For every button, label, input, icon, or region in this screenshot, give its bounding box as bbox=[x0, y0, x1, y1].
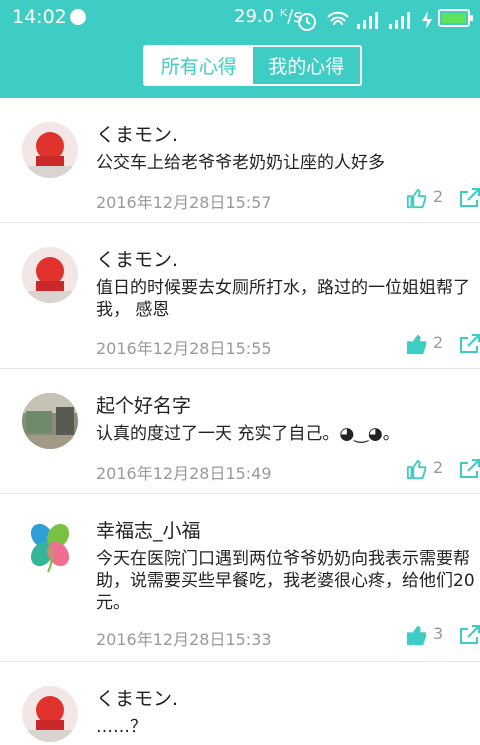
avatar[interactable] bbox=[22, 122, 78, 178]
share-icon[interactable] bbox=[458, 623, 480, 647]
tab-my-insights[interactable]: 我的心得 bbox=[253, 47, 361, 84]
status-time: 14:02 bbox=[12, 6, 67, 28]
signal-4g-icon bbox=[389, 12, 410, 29]
avatar[interactable] bbox=[22, 686, 78, 742]
like-icon[interactable] bbox=[406, 458, 428, 480]
post-list: くまモン. 公交车上给老爷爷老奶奶让座的人好多 2016年12月28日15:57… bbox=[0, 98, 480, 745]
tab-switcher: 所有心得 我的心得 bbox=[143, 45, 362, 86]
avatar-red-bear-image bbox=[22, 686, 78, 742]
alarm-icon bbox=[298, 13, 316, 31]
post-content: 值日的时候要去女厕所打水，路过的一位姐姐帮了我， 感恩 bbox=[96, 278, 470, 320]
signal-icon bbox=[357, 12, 378, 29]
like-count: 2 bbox=[433, 333, 444, 352]
post-time: 2016年12月28日15:49 bbox=[96, 464, 272, 483]
avatar-clover-image bbox=[22, 518, 78, 574]
avatar-red-bear-image bbox=[22, 247, 78, 303]
post-author: くまモン. bbox=[96, 688, 179, 710]
list-item[interactable]: 幸福志_小福 今天在医院门口遇到两位爷爷奶奶向我表示需要帮助，说需要买些早餐吃，… bbox=[0, 494, 480, 662]
avatar-red-bear-image bbox=[22, 122, 78, 178]
app-header: 14:02 29.0 ᴷ/s 所有心得 我的心得 bbox=[0, 0, 480, 98]
post-author: 幸福志_小福 bbox=[96, 520, 201, 542]
battery-icon bbox=[438, 9, 473, 27]
post-content: 今天在医院门口遇到两位爷爷奶奶向我表示需要帮助，说需要买些早餐吃，我老婆很心疼，… bbox=[96, 549, 475, 613]
avatar[interactable] bbox=[22, 247, 78, 303]
like-count: 2 bbox=[433, 187, 444, 206]
list-item[interactable]: 起个好名字 认真的度过了一天 充实了自己。◕‿◕。 2016年12月28日15:… bbox=[0, 369, 480, 494]
charging-icon bbox=[422, 11, 432, 29]
share-icon[interactable] bbox=[458, 457, 480, 481]
network-speed: 29.0 ᴷ/s bbox=[234, 6, 303, 27]
post-content: ……？ bbox=[96, 717, 147, 737]
share-icon[interactable] bbox=[458, 332, 480, 356]
post-author: くまモン. bbox=[96, 249, 179, 271]
post-content: 公交车上给老爷爷老奶奶让座的人好多 bbox=[96, 153, 385, 173]
post-time: 2016年12月28日15:55 bbox=[96, 339, 272, 358]
like-count: 3 bbox=[433, 624, 444, 643]
list-item[interactable]: くまモン. ……？ bbox=[0, 662, 480, 745]
avatar[interactable] bbox=[22, 393, 78, 449]
notification-icon bbox=[70, 9, 86, 25]
list-item[interactable]: くまモン. 值日的时候要去女厕所打水，路过的一位姐姐帮了我， 感恩 2016年1… bbox=[0, 223, 480, 369]
tab-all-insights[interactable]: 所有心得 bbox=[145, 47, 253, 84]
avatar[interactable] bbox=[22, 518, 78, 574]
status-bar: 14:02 29.0 ᴷ/s bbox=[0, 0, 480, 36]
post-time: 2016年12月28日15:57 bbox=[96, 193, 272, 212]
like-icon[interactable] bbox=[406, 187, 428, 209]
like-icon[interactable] bbox=[406, 333, 428, 355]
post-author: くまモン. bbox=[96, 124, 179, 146]
post-content: 认真的度过了一天 充实了自己。◕‿◕。 bbox=[96, 424, 400, 444]
avatar-room-photo-image bbox=[22, 393, 78, 449]
share-icon[interactable] bbox=[458, 186, 480, 210]
like-icon[interactable] bbox=[406, 624, 428, 646]
list-item[interactable]: くまモン. 公交车上给老爷爷老奶奶让座的人好多 2016年12月28日15:57… bbox=[0, 98, 480, 223]
like-count: 2 bbox=[433, 458, 444, 477]
post-time: 2016年12月28日15:33 bbox=[96, 630, 272, 649]
wifi-icon bbox=[327, 11, 349, 26]
post-author: 起个好名字 bbox=[96, 395, 192, 417]
